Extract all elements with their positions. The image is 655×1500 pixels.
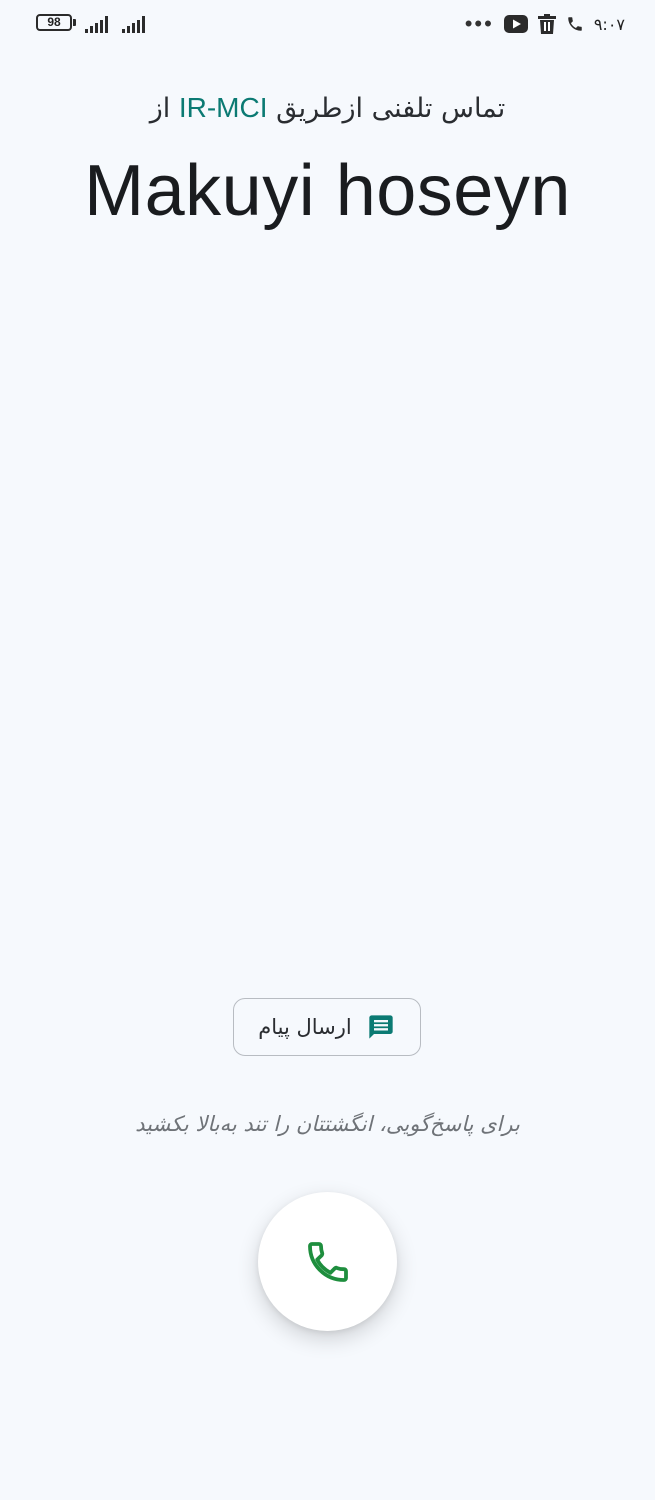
via-prefix: تماس تلفنی ازطریق (276, 93, 506, 124)
phone-icon (568, 17, 582, 31)
signal-icon (122, 15, 150, 33)
phone-icon (307, 1241, 348, 1282)
battery-icon: 98 (36, 14, 72, 31)
status-time: ۹:۰۷ (593, 14, 625, 34)
via-suffix: از (149, 93, 171, 124)
status-bar: 98 ••• ۹:۰۷ (0, 0, 655, 48)
carrier-name: IR-MCI (178, 92, 268, 123)
more-dots-icon: ••• (464, 11, 494, 36)
answer-call-button[interactable] (258, 1192, 397, 1331)
signal-icon (85, 15, 113, 33)
message-icon (369, 1015, 393, 1039)
swipe-hint: برای پاسخ‌گویی، انگشتتان را تند به‌بالا … (135, 1112, 520, 1136)
caller-name: Makuyi hoseyn (84, 151, 571, 231)
send-message-label: ارسال پیام (258, 1015, 352, 1039)
youtube-icon (503, 15, 528, 33)
send-message-button[interactable]: ارسال پیام (233, 998, 421, 1056)
status-right-group: ••• ۹:۰۷ (465, 11, 625, 37)
call-via-line: تماس تلفنی ازطریق IR-MCI از (0, 92, 655, 124)
battery-tip (73, 19, 76, 26)
trash-icon (537, 14, 556, 34)
